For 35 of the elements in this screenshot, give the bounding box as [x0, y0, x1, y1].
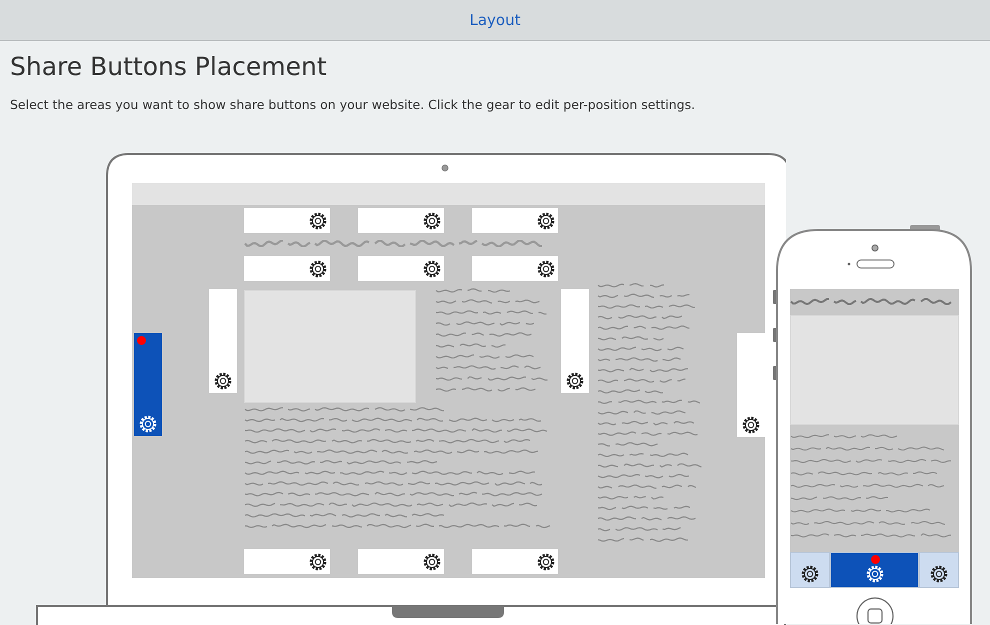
placement-slot[interactable]	[209, 289, 237, 393]
description-text: Select the areas you want to show share buttons on your website. Click the gear to edit per-position settings.	[10, 96, 696, 114]
placement-slot[interactable]	[358, 549, 444, 574]
settings-icon[interactable]	[742, 416, 760, 434]
placement-slot[interactable]	[737, 333, 765, 437]
placement-slot[interactable]	[358, 256, 444, 281]
settings-icon[interactable]	[309, 552, 327, 570]
settings-icon[interactable]	[423, 260, 441, 278]
settings-icon[interactable]	[537, 260, 555, 278]
placement-slot[interactable]	[790, 552, 830, 588]
placement-slot[interactable]	[561, 289, 589, 393]
settings-icon[interactable]	[537, 552, 555, 570]
placement-slot[interactable]	[244, 549, 330, 574]
header-title: Layout	[470, 11, 520, 29]
page-heading: Share Buttons Placement	[10, 51, 328, 83]
settings-icon[interactable]	[214, 372, 232, 390]
placement-slot[interactable]	[919, 552, 959, 588]
placement-slot[interactable]	[472, 256, 558, 281]
placement-slot[interactable]	[244, 256, 330, 281]
selected-dot	[137, 336, 146, 345]
settings-icon[interactable]	[309, 212, 327, 230]
settings-icon[interactable]	[423, 552, 441, 570]
placement-slot[interactable]	[472, 549, 558, 574]
selected-dot	[870, 555, 880, 564]
placement-slot[interactable]	[244, 208, 330, 233]
settings-icon[interactable]	[423, 212, 441, 230]
settings-icon[interactable]	[537, 212, 555, 230]
placement-slot[interactable]	[472, 208, 558, 233]
placement-slot[interactable]	[134, 333, 162, 436]
settings-icon[interactable]	[930, 565, 948, 583]
placement-slot[interactable]	[830, 552, 919, 588]
placement-slot[interactable]	[358, 208, 444, 233]
settings-icon[interactable]	[801, 565, 819, 583]
settings-icon[interactable]	[309, 260, 327, 278]
settings-icon[interactable]	[566, 372, 584, 390]
